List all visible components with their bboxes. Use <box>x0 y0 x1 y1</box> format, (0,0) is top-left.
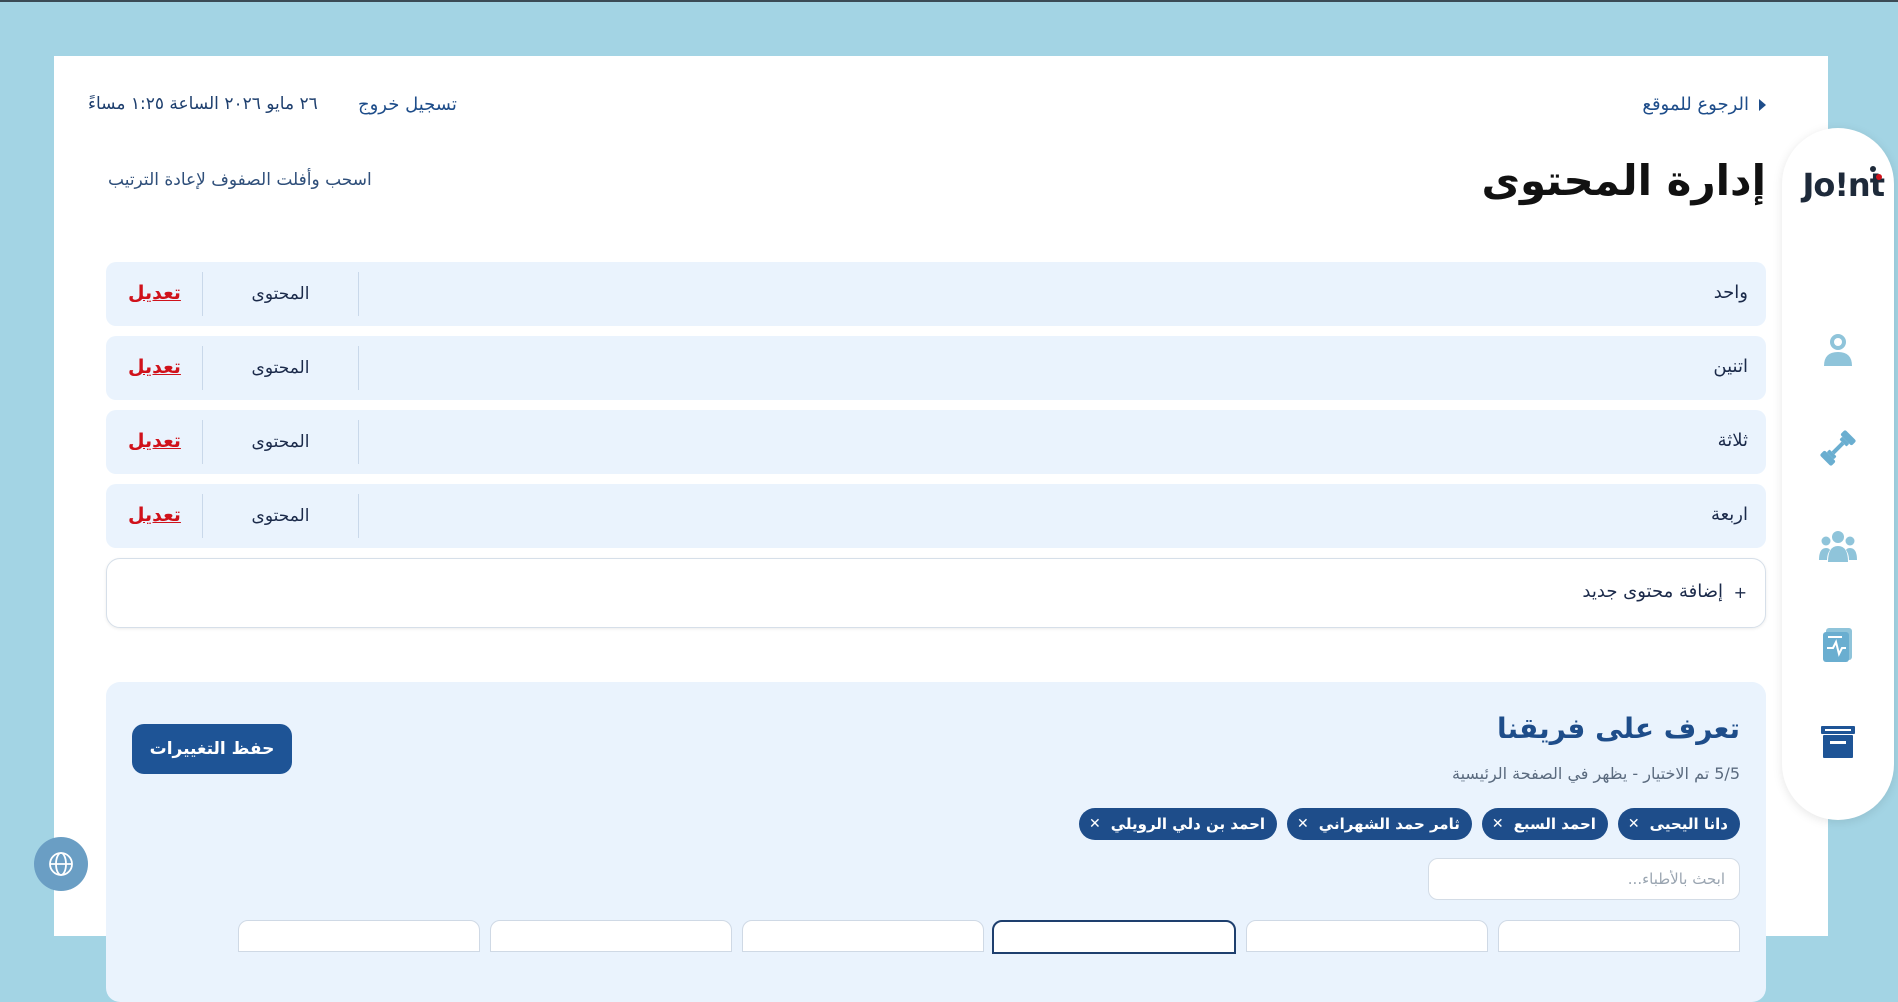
doctor-card[interactable] <box>490 920 732 952</box>
team-section-title: تعرف على فريقنا <box>1496 712 1740 745</box>
doctor-chip: دانا اليحيى ✕ <box>1617 808 1740 840</box>
logo-dot <box>1870 166 1876 172</box>
doctor-card[interactable] <box>238 920 480 952</box>
selection-count: 5/5 تم الاختيار - يظهر في الصفحة الرئيسي… <box>1451 764 1740 783</box>
team-section: تعرف على فريقنا 5/5 تم الاختيار - يظهر ف… <box>106 682 1766 1002</box>
edit-link[interactable]: تعديل <box>128 430 181 452</box>
remove-chip-icon[interactable]: ✕ <box>1492 816 1504 832</box>
joint-logo[interactable]: Jo!nt <box>1792 166 1885 206</box>
row-type: المحتوى <box>202 420 359 464</box>
caret-right-icon <box>1759 98 1766 111</box>
doctor-chip: احمد السبع ✕ <box>1481 808 1608 840</box>
remove-chip-icon[interactable]: ✕ <box>1089 816 1101 832</box>
logo-dot-red <box>1876 174 1882 180</box>
remove-chip-icon[interactable]: ✕ <box>1297 816 1309 832</box>
content-rows: واحد المحتوى تعديل اتنين المحتوى تعديل ث… <box>106 262 1766 628</box>
chip-label: احمد بن دلي الرويلي <box>1110 815 1266 833</box>
doctor-card-selected[interactable] <box>992 920 1236 954</box>
chip-label: احمد السبع <box>1513 815 1596 833</box>
content-row[interactable]: واحد المحتوى تعديل <box>106 262 1766 326</box>
row-type: المحتوى <box>202 346 359 390</box>
row-name: ثلاثة <box>1717 430 1748 451</box>
main-panel: الرجوع للموقع تسجيل خروج ٢٦ مايو ٢٠٢٦ ال… <box>54 56 1828 1002</box>
language-button[interactable] <box>34 837 88 891</box>
back-to-site-link[interactable]: الرجوع للموقع <box>1642 94 1766 115</box>
doctor-search-input[interactable] <box>1428 858 1740 900</box>
user-icon[interactable] <box>1818 330 1858 370</box>
row-name: اربعة <box>1710 504 1748 525</box>
edit-link[interactable]: تعديل <box>128 282 181 304</box>
chip-label: ثامر حمد الشهراني <box>1318 815 1460 833</box>
dumbbell-icon[interactable] <box>1818 428 1858 468</box>
remove-chip-icon[interactable]: ✕ <box>1628 816 1640 832</box>
content-row[interactable]: ثلاثة المحتوى تعديل <box>106 410 1766 474</box>
current-datetime: ٢٦ مايو ٢٠٢٦ الساعة ١:٢٥ مساءً <box>88 94 318 114</box>
doctor-card[interactable] <box>742 920 984 952</box>
row-type: المحتوى <box>202 272 359 316</box>
doctor-chip: احمد بن دلي الرويلي ✕ <box>1078 808 1278 840</box>
group-icon[interactable] <box>1818 526 1858 566</box>
archive-icon[interactable] <box>1818 722 1858 762</box>
row-name: واحد <box>1713 282 1748 303</box>
doctor-chip: ثامر حمد الشهراني ✕ <box>1287 808 1472 840</box>
edit-link[interactable]: تعديل <box>128 504 181 526</box>
reorder-hint: اسحب وأفلت الصفوف لإعادة الترتيب <box>108 170 372 190</box>
save-changes-button[interactable]: حفظ التغييرات <box>132 724 292 774</box>
edit-link[interactable]: تعديل <box>128 356 181 378</box>
content-row[interactable]: اتنين المحتوى تعديل <box>106 336 1766 400</box>
add-content-button[interactable]: + إضافة محتوى جديد <box>106 558 1766 628</box>
side-nav: Jo!nt <box>1782 128 1894 820</box>
back-link-label: الرجوع للموقع <box>1642 94 1749 115</box>
globe-icon <box>49 852 73 876</box>
chip-label: دانا اليحيى <box>1649 815 1728 833</box>
page-title: إدارة المحتوى <box>1481 156 1766 205</box>
add-content-label: إضافة محتوى جديد <box>1582 581 1723 602</box>
doctor-card[interactable] <box>1246 920 1488 952</box>
selected-doctors: دانا اليحيى ✕ احمد السبع ✕ ثامر حمد الشه… <box>1078 808 1740 840</box>
row-type: المحتوى <box>202 494 359 538</box>
medical-report-icon[interactable] <box>1818 624 1858 664</box>
row-name: اتنين <box>1713 356 1748 377</box>
content-row[interactable]: اربعة المحتوى تعديل <box>106 484 1766 548</box>
doctor-card[interactable] <box>1498 920 1740 952</box>
logout-link[interactable]: تسجيل خروج <box>358 94 457 115</box>
plus-icon: + <box>1733 583 1747 602</box>
